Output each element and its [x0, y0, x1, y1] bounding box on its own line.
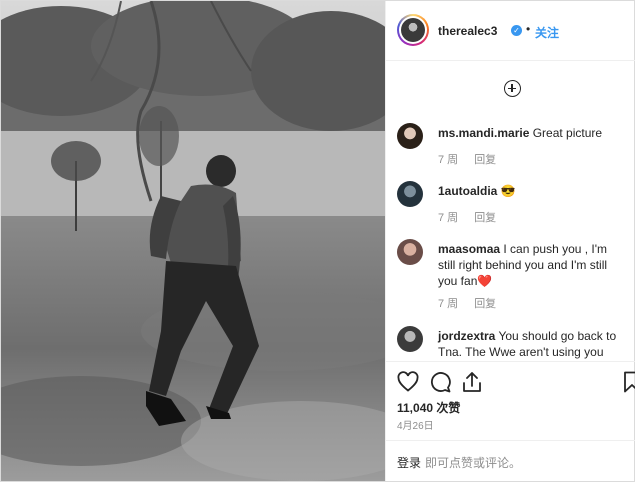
- comment-text: 😎: [497, 184, 516, 198]
- commenter-avatar[interactable]: [397, 181, 423, 207]
- bookmark-icon[interactable]: [620, 370, 635, 394]
- likes-count[interactable]: 11,040 次赞: [397, 399, 460, 416]
- commenter-avatar[interactable]: [397, 326, 423, 352]
- share-icon[interactable]: [460, 370, 484, 394]
- reply-button[interactable]: 回复: [474, 212, 496, 224]
- post-header: therealec3 ✓ • 关注: [386, 1, 635, 61]
- verified-badge-icon: ✓: [511, 25, 522, 36]
- post-dialog: therealec3 ✓ • 关注 ms.mandi.marie Great p…: [0, 0, 635, 482]
- login-prompt: 登录 即可点赞或评论。: [386, 440, 635, 481]
- post-image: [1, 1, 385, 481]
- login-prompt-text: 即可点赞或评论。: [425, 456, 522, 470]
- commenter-username[interactable]: 1autoaldia: [438, 184, 497, 198]
- comment-time[interactable]: 7 周: [438, 298, 458, 310]
- load-more-icon[interactable]: [504, 80, 521, 97]
- comment-body: jordzextra You should go back to Tna. Th…: [438, 328, 626, 360]
- author-username[interactable]: therealec3: [438, 24, 497, 38]
- comment-body: maasomaa I can push you , I'm still righ…: [438, 241, 626, 289]
- post-side-panel: therealec3 ✓ • 关注 ms.mandi.marie Great p…: [385, 1, 635, 481]
- comment-meta: 7 周 回复: [438, 209, 512, 225]
- comment-time[interactable]: 7 周: [438, 212, 458, 224]
- comment-meta: 7 周 回复: [438, 295, 512, 311]
- comment-body: 1autoaldia 😎: [438, 183, 626, 199]
- heart-icon[interactable]: [396, 370, 420, 394]
- post-photo[interactable]: [1, 1, 385, 481]
- commenter-avatar[interactable]: [397, 239, 423, 265]
- reply-button[interactable]: 回复: [474, 154, 496, 166]
- reply-button[interactable]: 回复: [474, 298, 496, 310]
- separator-dot: •: [526, 22, 531, 36]
- author-avatar[interactable]: [397, 14, 429, 46]
- comment-time[interactable]: 7 周: [438, 154, 458, 166]
- login-link[interactable]: 登录: [397, 454, 421, 471]
- comments-list[interactable]: ms.mandi.marie Great picture 7 周回复 1auto…: [386, 61, 635, 361]
- commenter-username[interactable]: jordzextra: [438, 329, 495, 343]
- comment-body: ms.mandi.marie Great picture: [438, 125, 626, 141]
- commenter-username[interactable]: ms.mandi.marie: [438, 126, 529, 140]
- comment-icon[interactable]: [428, 370, 452, 394]
- post-actions: [386, 361, 635, 401]
- post-date[interactable]: 4月26日: [397, 417, 434, 432]
- commenter-avatar[interactable]: [397, 123, 423, 149]
- follow-button[interactable]: 关注: [535, 24, 559, 41]
- comment-meta: 7 周 回复: [438, 151, 512, 167]
- commenter-username[interactable]: maasomaa: [438, 242, 500, 256]
- comment-text: Great picture: [529, 126, 603, 140]
